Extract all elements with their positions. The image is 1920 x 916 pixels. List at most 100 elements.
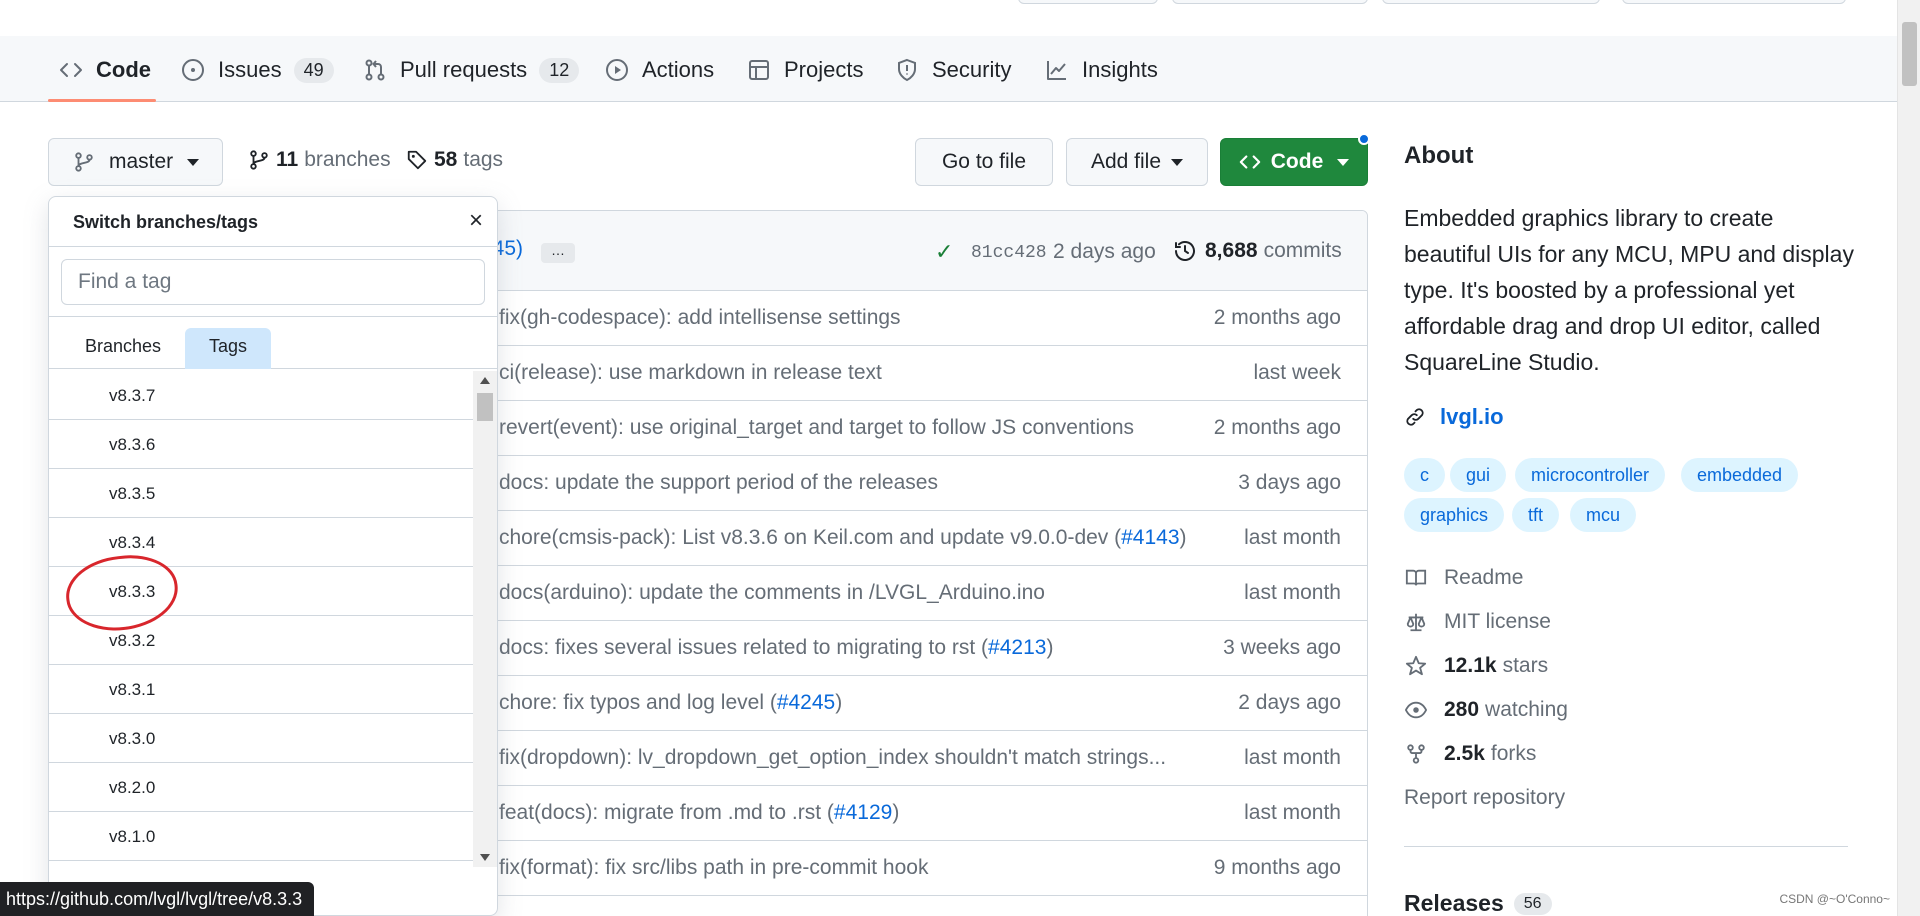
play-icon (604, 57, 630, 83)
topic-tag[interactable]: embedded (1681, 458, 1799, 492)
find-tag-input[interactable] (61, 259, 485, 305)
page-scrollbar[interactable] (1897, 0, 1920, 916)
topic-tag[interactable]: mcu (1570, 498, 1637, 532)
tab-issues[interactable]: Issues 49 (180, 50, 334, 90)
dropdown-filter (49, 247, 497, 317)
commit-message[interactable]: docs: update the support period of the r… (499, 471, 938, 495)
code-button[interactable]: Code (1220, 138, 1368, 186)
topic-tag[interactable]: graphics (1404, 498, 1505, 532)
commit-time: last month (1244, 581, 1341, 604)
tag-item[interactable]: v8.3.3 (49, 567, 473, 616)
tab-label: Code (96, 57, 151, 82)
commit-expand-button[interactable]: … (541, 243, 575, 263)
commit-time: 2 months ago (1213, 416, 1341, 439)
eye-icon (1404, 698, 1428, 722)
tab-code[interactable]: Code (58, 50, 151, 90)
topic-tag[interactable]: microcontroller (1515, 458, 1666, 492)
tag-item[interactable]: v8.3.6 (49, 420, 473, 469)
commit-message[interactable]: revert(event): use original_target and t… (499, 416, 1134, 440)
commit-message[interactable]: ci(release): use markdown in release tex… (499, 361, 882, 385)
tab-tags[interactable]: Tags (185, 328, 272, 369)
watching-link[interactable]: 280 watching (1404, 698, 1568, 722)
tab-label: Insights (1082, 57, 1158, 82)
tag-item[interactable]: v8.3.5 (49, 469, 473, 518)
stars-label: stars (1502, 654, 1549, 677)
pr-link[interactable]: #4213 (988, 636, 1046, 659)
commit-sha[interactable]: 81cc428 (971, 243, 1047, 263)
header-strip (0, 0, 1920, 8)
tab-label: Security (932, 57, 1012, 82)
tab-security[interactable]: Security (894, 50, 1011, 90)
tag-label: v8.3.2 (109, 631, 156, 650)
pr-link[interactable]: #4143 (1121, 526, 1179, 549)
commits-link[interactable]: 8,688 commits (1173, 239, 1342, 263)
tab-insights[interactable]: Insights (1044, 50, 1158, 90)
code-icon (58, 57, 84, 83)
check-icon[interactable]: ✓ (935, 239, 953, 265)
commit-message[interactable]: docs: fixes several issues related to mi… (499, 636, 1053, 660)
dropdown-scrollbar[interactable] (473, 371, 497, 867)
book-icon (1404, 566, 1428, 590)
pr-link[interactable]: #4129 (834, 801, 892, 824)
tag-label: v8.3.4 (109, 533, 156, 552)
topic-tag[interactable]: tft (1512, 498, 1560, 532)
tab-pull-requests[interactable]: Pull requests 12 (362, 50, 580, 90)
tab-actions[interactable]: Actions (604, 50, 714, 90)
commit-time: last month (1244, 526, 1341, 549)
tags-link[interactable]: 58 tags (406, 148, 503, 172)
commit-message[interactable]: docs(arduino): update the comments in /L… (499, 581, 1045, 605)
commit-message[interactable]: fix(dropdown): lv_dropdown_get_option_in… (499, 746, 1166, 770)
tab-branches[interactable]: Branches (61, 328, 185, 369)
commit-message[interactable]: chore: fix typos and log level (#4245) (499, 691, 842, 715)
readme-link[interactable]: Readme (1404, 566, 1523, 590)
commit-message-text: docs(arduino): update the comments in /L… (499, 581, 1045, 604)
commit-message-suffix: ) (835, 691, 843, 714)
add-file-button[interactable]: Add file (1066, 138, 1208, 186)
forks-link[interactable]: 2.5k forks (1404, 742, 1536, 766)
website-link[interactable]: lvgl.io (1404, 404, 1504, 430)
commit-message[interactable]: chore(cmsis-pack): List v8.3.6 on Keil.c… (499, 526, 1187, 550)
tag-item[interactable]: v8.3.1 (49, 665, 473, 714)
commit-time: 9 months ago (1213, 856, 1341, 879)
report-repository-link[interactable]: Report repository (1404, 786, 1565, 810)
commit-message-text: chore: fix typos and log level ( (499, 691, 777, 714)
pr-link[interactable]: #4245 (777, 691, 835, 714)
releases-heading[interactable]: Releases 56 (1404, 890, 1552, 916)
forks-count: 2.5k (1444, 742, 1485, 765)
star-icon (1404, 654, 1428, 678)
header-button-stub[interactable] (1172, 0, 1368, 4)
releases-label: Releases (1404, 890, 1504, 916)
branches-link[interactable]: 11 branches (248, 148, 391, 172)
go-to-file-button[interactable]: Go to file (915, 138, 1053, 186)
commit-message[interactable]: fix(gh-codespace): add intellisense sett… (499, 306, 901, 330)
tag-item[interactable]: v8.2.0 (49, 763, 473, 812)
tag-item[interactable]: v8.1.0 (49, 812, 473, 861)
scrollbar-thumb[interactable] (477, 393, 493, 421)
scroll-up-icon[interactable] (480, 377, 490, 384)
commit-message[interactable]: feat(docs): migrate from .md to .rst (#4… (499, 801, 899, 825)
sidebar-divider (1404, 846, 1848, 847)
header-button-stub[interactable] (1622, 0, 1846, 4)
header-button-stub[interactable] (1382, 0, 1600, 4)
tag-label: v8.3.7 (109, 386, 156, 405)
issue-opened-icon (180, 57, 206, 83)
tag-item[interactable]: v8.3.7 (49, 371, 473, 420)
tags-label: tags (463, 148, 504, 171)
tag-item[interactable]: v8.3.4 (49, 518, 473, 567)
header-button-stub[interactable] (1018, 0, 1158, 4)
commit-message[interactable]: fix(format): fix src/libs path in pre-co… (499, 856, 928, 880)
scroll-down-icon[interactable] (480, 854, 490, 861)
commit-message-suffix: ) (1046, 636, 1054, 659)
commits-label: commits (1263, 239, 1342, 262)
topic-tag[interactable]: gui (1450, 458, 1507, 492)
topic-tag[interactable]: c (1404, 458, 1445, 492)
tag-item[interactable]: v8.3.2 (49, 616, 473, 665)
close-icon[interactable]: × (469, 207, 483, 235)
branch-select-button[interactable]: master (48, 138, 223, 186)
stars-link[interactable]: 12.1k stars (1404, 654, 1548, 678)
license-link[interactable]: MIT license (1404, 610, 1551, 634)
tab-projects[interactable]: Projects (746, 50, 863, 90)
tag-item[interactable]: v8.3.0 (49, 714, 473, 763)
tag-label: v8.3.5 (109, 484, 156, 503)
scrollbar-thumb[interactable] (1902, 22, 1917, 86)
